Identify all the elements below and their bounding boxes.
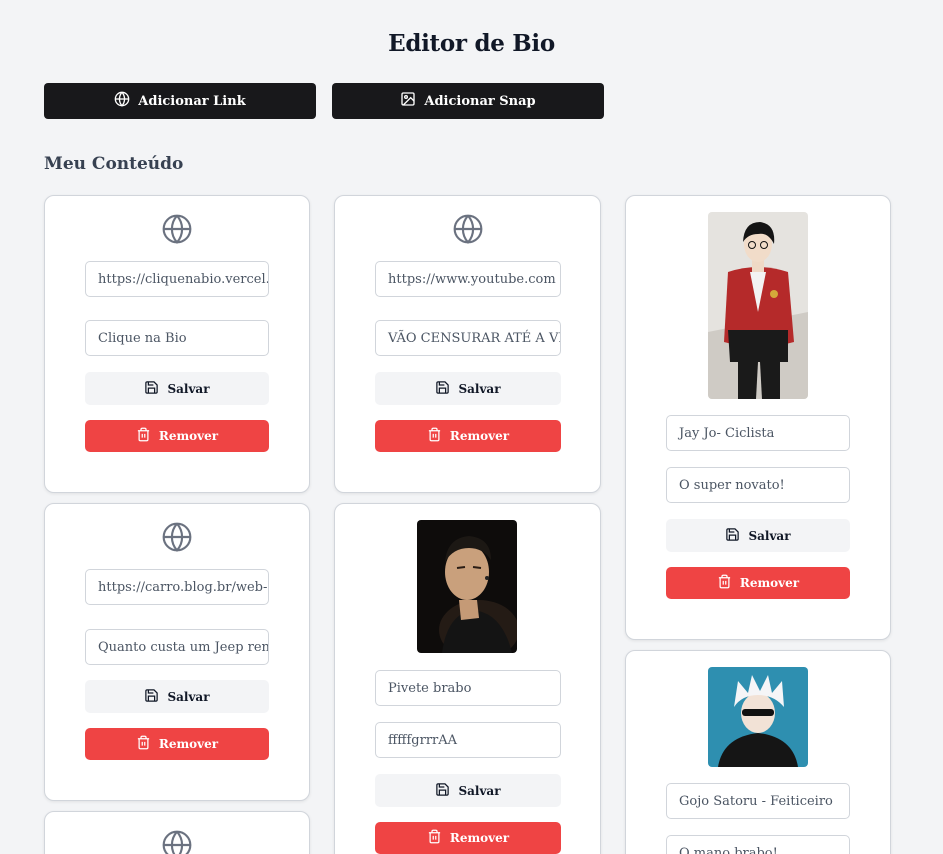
- snap-card: Pivete brabo fffffgrrrAA Salvar Remover: [334, 503, 601, 854]
- save-button[interactable]: Salvar: [666, 519, 850, 552]
- save-label: Salvar: [458, 783, 501, 798]
- trash-icon: [717, 574, 732, 592]
- link-url-input[interactable]: https://carro.blog.br/web-: [85, 569, 269, 605]
- snap-title-input[interactable]: Pivete brabo: [375, 670, 561, 706]
- globe-icon: [161, 521, 193, 553]
- save-label: Salvar: [167, 381, 210, 396]
- snap-image: [708, 212, 808, 399]
- link-title-input[interactable]: Quanto custa um Jeep ren: [85, 629, 269, 665]
- trash-icon: [136, 427, 151, 445]
- link-card: https://www.youtube.com VÃO CENSURAR ATÉ…: [334, 195, 601, 493]
- globe-icon: [114, 91, 130, 111]
- save-icon: [144, 380, 159, 398]
- snap-title-input[interactable]: Gojo Satoru - Feiticeiro: [666, 783, 850, 819]
- remove-label: Remover: [739, 576, 800, 590]
- remove-label: Remover: [158, 429, 219, 443]
- link-url-input[interactable]: https://www.youtube.com: [375, 261, 561, 297]
- add-snap-label: Adicionar Snap: [424, 93, 536, 109]
- save-button[interactable]: Salvar: [375, 372, 561, 405]
- section-title: Meu Conteúdo: [44, 154, 184, 174]
- remove-button[interactable]: Remover: [85, 728, 269, 760]
- snap-description-input[interactable]: O mano brabo!: [666, 835, 850, 854]
- trash-icon: [136, 735, 151, 753]
- snap-title-input[interactable]: Jay Jo- Ciclista: [666, 415, 850, 451]
- snap-description-input[interactable]: fffffgrrrAA: [375, 722, 561, 758]
- save-icon: [435, 782, 450, 800]
- save-label: Salvar: [458, 381, 501, 396]
- save-icon: [144, 688, 159, 706]
- trash-icon: [427, 427, 442, 445]
- save-icon: [725, 527, 740, 545]
- snap-description-input[interactable]: O super novato!: [666, 467, 850, 503]
- image-icon: [400, 91, 416, 111]
- add-link-button[interactable]: Adicionar Link: [44, 83, 316, 119]
- link-card: https://carro.blog.br/web- Quanto custa …: [44, 503, 310, 801]
- remove-label: Remover: [158, 737, 219, 751]
- save-button[interactable]: Salvar: [375, 774, 561, 807]
- snap-image: [708, 667, 808, 767]
- remove-button[interactable]: Remover: [375, 822, 561, 854]
- remove-button[interactable]: Remover: [666, 567, 850, 599]
- snap-card: Gojo Satoru - Feiticeiro O mano brabo!: [625, 650, 891, 854]
- remove-button[interactable]: Remover: [85, 420, 269, 452]
- save-label: Salvar: [748, 528, 791, 543]
- link-card: https://cliquenabio.vercel. Clique na Bi…: [44, 195, 310, 493]
- remove-label: Remover: [449, 429, 510, 443]
- remove-label: Remover: [449, 831, 510, 845]
- snap-card: Jay Jo- Ciclista O super novato! Salvar …: [625, 195, 891, 640]
- link-title-input[interactable]: Clique na Bio: [85, 320, 269, 356]
- add-link-label: Adicionar Link: [138, 93, 246, 109]
- save-icon: [435, 380, 450, 398]
- save-button[interactable]: Salvar: [85, 680, 269, 713]
- globe-icon: [452, 213, 484, 245]
- snap-image: [417, 520, 517, 653]
- save-label: Salvar: [167, 689, 210, 704]
- link-title-input[interactable]: VÃO CENSURAR ATÉ A VEI: [375, 320, 561, 356]
- link-url-input[interactable]: https://cliquenabio.vercel.: [85, 261, 269, 297]
- add-snap-button[interactable]: Adicionar Snap: [332, 83, 604, 119]
- remove-button[interactable]: Remover: [375, 420, 561, 452]
- globe-icon: [161, 829, 193, 854]
- save-button[interactable]: Salvar: [85, 372, 269, 405]
- link-card: [44, 811, 310, 854]
- trash-icon: [427, 829, 442, 847]
- page-title: Editor de Bio: [388, 30, 555, 57]
- globe-icon: [161, 213, 193, 245]
